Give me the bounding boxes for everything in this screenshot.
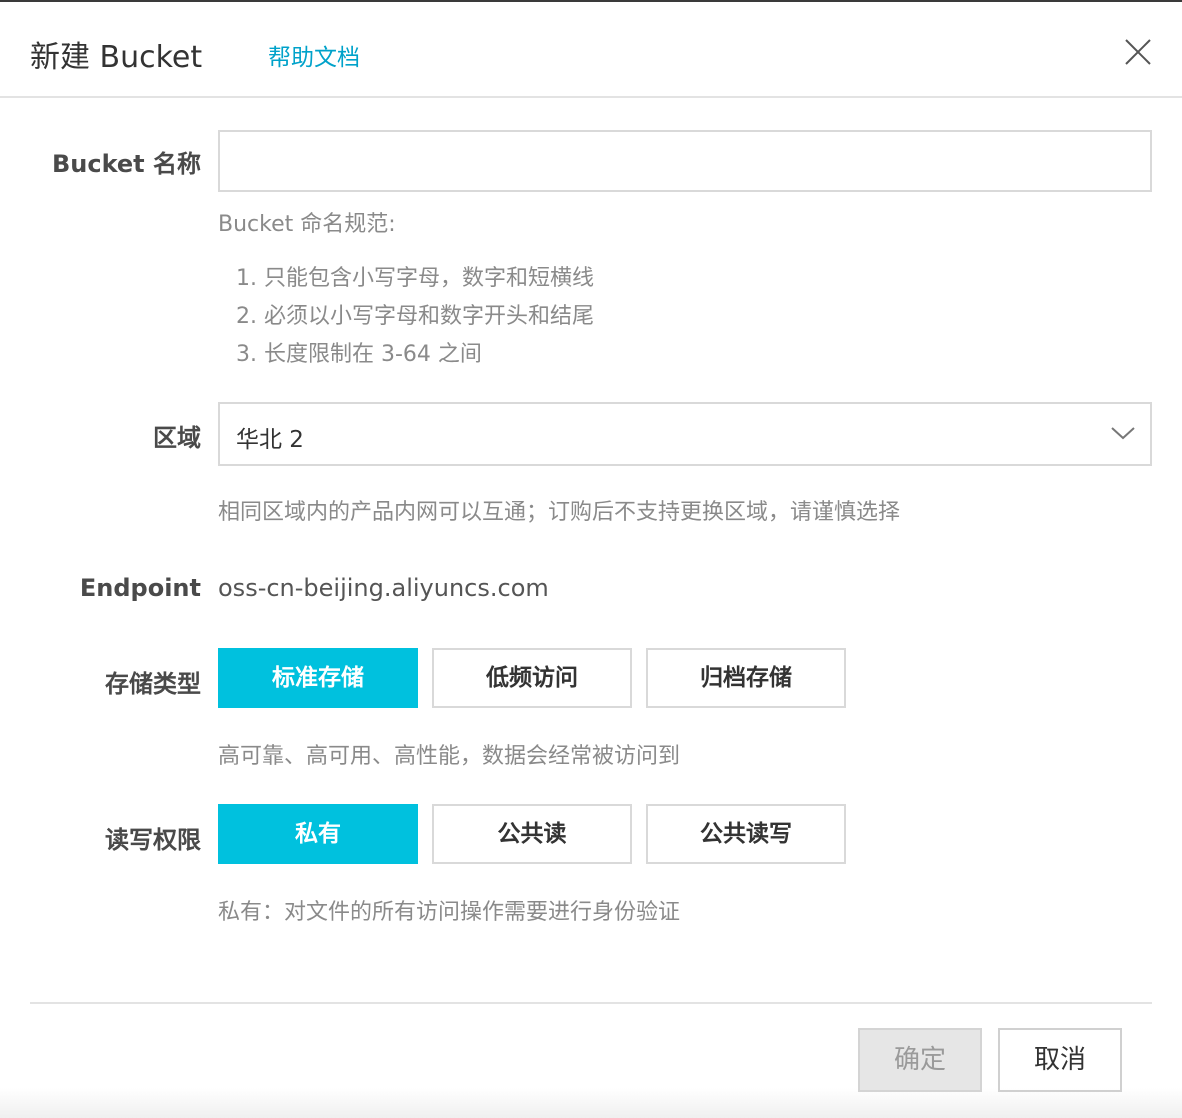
close-icon[interactable] xyxy=(1124,38,1152,66)
acl-option-private[interactable]: 私有 xyxy=(218,804,418,864)
footer-divider xyxy=(30,1002,1152,1004)
cancel-button[interactable]: 取消 xyxy=(998,1028,1122,1092)
acl-label: 读写权限 xyxy=(105,826,201,854)
bottom-shadow xyxy=(0,1088,1182,1118)
storage-option-archive[interactable]: 归档存储 xyxy=(646,648,846,708)
acl-option-public-read[interactable]: 公共读 xyxy=(432,804,632,864)
endpoint-value: oss-cn-beijing.aliyuncs.com xyxy=(218,574,549,602)
naming-rule-item: 1. 只能包含小写字母，数字和短横线 xyxy=(236,266,594,291)
bucket-name-input[interactable] xyxy=(220,132,1150,190)
storage-option-infrequent[interactable]: 低频访问 xyxy=(432,648,632,708)
dialog-title: 新建 Bucket xyxy=(30,40,203,75)
region-select[interactable]: 华北 2 xyxy=(218,402,1152,466)
storage-type-label: 存储类型 xyxy=(105,670,201,698)
bucket-name-label: Bucket 名称 xyxy=(51,150,201,178)
endpoint-label: Endpoint xyxy=(79,574,201,602)
bucket-name-field[interactable] xyxy=(218,130,1152,192)
naming-rule-item: 2. 必须以小写字母和数字开头和结尾 xyxy=(236,304,594,329)
naming-rule-item: 3. 长度限制在 3-64 之间 xyxy=(236,342,482,367)
dialog-header: 新建 Bucket 帮助文档 xyxy=(0,2,1182,98)
naming-rules-title: Bucket 命名规范: xyxy=(218,212,396,237)
confirm-button[interactable]: 确定 xyxy=(858,1028,982,1092)
acl-hint: 私有：对文件的所有访问操作需要进行身份验证 xyxy=(218,900,681,925)
chevron-down-icon xyxy=(1110,424,1136,442)
storage-type-hint: 高可靠、高可用、高性能，数据会经常被访问到 xyxy=(218,744,681,769)
acl-option-public-read-write[interactable]: 公共读写 xyxy=(646,804,846,864)
storage-option-standard[interactable]: 标准存储 xyxy=(218,648,418,708)
region-label: 区域 xyxy=(153,424,201,452)
region-selected-value: 华北 2 xyxy=(236,427,304,453)
help-docs-link[interactable]: 帮助文档 xyxy=(268,38,360,72)
region-hint: 相同区域内的产品内网可以互通；订购后不支持更换区域，请谨慎选择 xyxy=(218,500,901,525)
